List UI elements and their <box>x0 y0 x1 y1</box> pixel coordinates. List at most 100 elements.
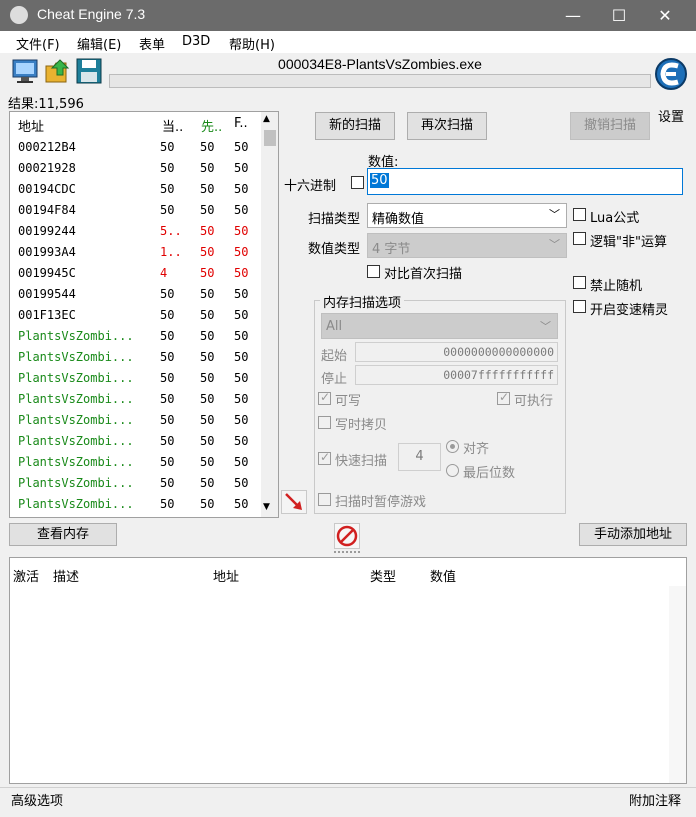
column-header-first[interactable]: F.. <box>234 116 248 131</box>
list-item[interactable]: PlantsVsZombi... 50 50 50 <box>10 494 262 515</box>
list-cell-cur: 50 <box>160 203 175 217</box>
list-cell-first: 50 <box>234 497 249 511</box>
column-header-active[interactable]: 激活 <box>13 566 39 585</box>
menu-file[interactable]: 文件(F) <box>16 34 60 53</box>
scroll-up-icon[interactable]: ▲ <box>263 114 270 124</box>
cheat-table[interactable]: 激活 描述 地址 类型 数值 <box>9 557 687 784</box>
compare-first-label[interactable]: 对比首次扫描 <box>384 263 462 282</box>
list-cell-prev: 50 <box>200 455 215 469</box>
column-header-address[interactable]: 地址 <box>18 116 44 135</box>
column-header-description[interactable]: 描述 <box>53 566 79 585</box>
next-scan-button[interactable]: 再次扫描 <box>407 112 487 140</box>
menu-table[interactable]: 表单 <box>139 34 165 53</box>
list-cell-prev: 50 <box>200 371 215 385</box>
list-cell-first: 50 <box>234 350 249 364</box>
list-item[interactable]: 00194F84 50 50 50 <box>10 200 262 221</box>
list-item[interactable]: 00021928 50 50 50 <box>10 158 262 179</box>
fast-scan-value-input[interactable]: 4 <box>398 443 441 471</box>
stop-address-input[interactable]: 00007fffffffffff <box>355 365 558 385</box>
save-icon[interactable] <box>75 58 103 84</box>
writable-checkbox[interactable] <box>318 390 331 405</box>
list-cell-cur: 50 <box>160 161 175 175</box>
hex-checkbox[interactable] <box>351 176 364 189</box>
column-header-value[interactable]: 数值 <box>430 566 456 585</box>
memory-region-select[interactable]: All ﹀ <box>321 313 558 339</box>
list-item[interactable]: 001F13EC 50 50 50 <box>10 305 262 326</box>
start-address-input[interactable]: 0000000000000000 <box>355 342 558 362</box>
list-item[interactable]: PlantsVsZombi... 50 50 50 <box>10 473 262 494</box>
list-cell-prev: 50 <box>200 308 215 322</box>
list-cell-prev: 50 <box>200 413 215 427</box>
list-item[interactable]: 001993A4 1.. 50 50 <box>10 242 262 263</box>
column-header-type[interactable]: 类型 <box>370 566 396 585</box>
value-input[interactable]: 50 <box>367 168 683 195</box>
lua-formula-label[interactable]: Lua公式 <box>590 207 639 226</box>
maximize-button[interactable]: ☐ <box>596 0 642 31</box>
list-cell-prev: 50 <box>200 287 215 301</box>
status-bar: 高级选项 附加注释 <box>0 787 696 809</box>
list-item[interactable]: 00199244 5.. 50 50 <box>10 221 262 242</box>
found-address-list[interactable]: 地址 当.. 先.. F.. 000212B4 50 50 50 00021928 50 5… <box>9 111 279 518</box>
list-item[interactable]: PlantsVsZombi... 50 50 50 <box>10 431 262 452</box>
executable-label: 可执行 <box>514 394 554 409</box>
copy-on-write-checkbox[interactable] <box>318 416 331 429</box>
list-cell-addr: PlantsVsZombi... <box>18 350 134 364</box>
list-cell-addr: 00199544 <box>18 287 76 301</box>
list-cell-cur: 50 <box>160 434 175 448</box>
pause-game-checkbox[interactable] <box>318 493 331 506</box>
lua-formula-checkbox[interactable] <box>573 208 586 221</box>
executable-checkbox[interactable] <box>497 390 510 405</box>
scroll-thumb[interactable] <box>264 130 276 146</box>
align-label: 对齐 <box>463 442 490 457</box>
table-comments-link[interactable]: 附加注释 <box>629 790 681 809</box>
list-cell-addr: 001F13EC <box>18 308 76 322</box>
list-item[interactable]: 00199544 50 50 50 <box>10 284 262 305</box>
align-radio[interactable] <box>446 440 459 453</box>
open-file-icon[interactable] <box>44 58 72 84</box>
list-cell-prev: 50 <box>200 434 215 448</box>
splitter-handle[interactable] <box>334 551 360 553</box>
column-header-previous[interactable]: 先.. <box>201 116 222 135</box>
column-header-address[interactable]: 地址 <box>213 566 239 585</box>
list-scrollbar[interactable]: ▲ ▼ <box>261 112 278 517</box>
scroll-down-icon[interactable]: ▼ <box>263 502 270 512</box>
no-random-checkbox[interactable] <box>573 276 586 289</box>
list-item[interactable]: 000212B4 50 50 50 <box>10 137 262 158</box>
list-cell-addr: 00021928 <box>18 161 76 175</box>
stop-icon[interactable] <box>334 523 360 549</box>
view-memory-button[interactable]: 查看内存 <box>9 523 117 546</box>
menu-d3d[interactable]: D3D <box>182 34 210 49</box>
list-item[interactable]: PlantsVsZombi... 50 50 50 <box>10 368 262 389</box>
fast-scan-checkbox[interactable] <box>318 450 331 465</box>
add-address-manually-button[interactable]: 手动添加地址 <box>579 523 687 546</box>
not-operator-label[interactable]: 逻辑"非"运算 <box>590 231 667 250</box>
compare-first-checkbox[interactable] <box>367 265 380 278</box>
scan-type-select[interactable]: 精确数值 ﹀ <box>367 203 567 228</box>
list-item[interactable]: PlantsVsZombi... 50 50 50 <box>10 452 262 473</box>
list-item[interactable]: PlantsVsZombi... 50 50 50 <box>10 389 262 410</box>
menu-help[interactable]: 帮助(H) <box>229 34 275 53</box>
speedhack-label[interactable]: 开启变速精灵 <box>590 299 668 318</box>
list-item[interactable]: PlantsVsZombi... 50 50 50 <box>10 347 262 368</box>
settings-label[interactable]: 设置 <box>658 106 684 125</box>
advanced-options-link[interactable]: 高级选项 <box>11 790 63 809</box>
undo-scan-button[interactable]: 撤销扫描 <box>570 112 650 140</box>
list-item[interactable]: 00194CDC 50 50 50 <box>10 179 262 200</box>
close-button[interactable]: ✕ <box>642 0 688 31</box>
value-type-select[interactable]: 4 字节 ﹀ <box>367 233 567 258</box>
add-selected-arrow-icon[interactable] <box>281 490 307 514</box>
no-random-label[interactable]: 禁止随机 <box>590 275 642 294</box>
column-header-current[interactable]: 当.. <box>162 116 183 135</box>
cheat-engine-logo-icon[interactable] <box>654 56 688 96</box>
list-item[interactable]: PlantsVsZombi... 50 50 50 <box>10 410 262 431</box>
minimize-button[interactable]: — <box>550 0 596 31</box>
new-scan-button[interactable]: 新的扫描 <box>315 112 395 140</box>
last-digits-radio[interactable] <box>446 464 459 477</box>
list-item[interactable]: 0019945C 4 50 50 <box>10 263 262 284</box>
menu-edit[interactable]: 编辑(E) <box>77 34 121 53</box>
table-scrollbar[interactable] <box>669 586 686 783</box>
list-item[interactable]: PlantsVsZombi... 50 50 50 <box>10 326 262 347</box>
open-process-icon[interactable] <box>11 58 39 84</box>
not-operator-checkbox[interactable] <box>573 232 586 245</box>
speedhack-checkbox[interactable] <box>573 300 586 313</box>
